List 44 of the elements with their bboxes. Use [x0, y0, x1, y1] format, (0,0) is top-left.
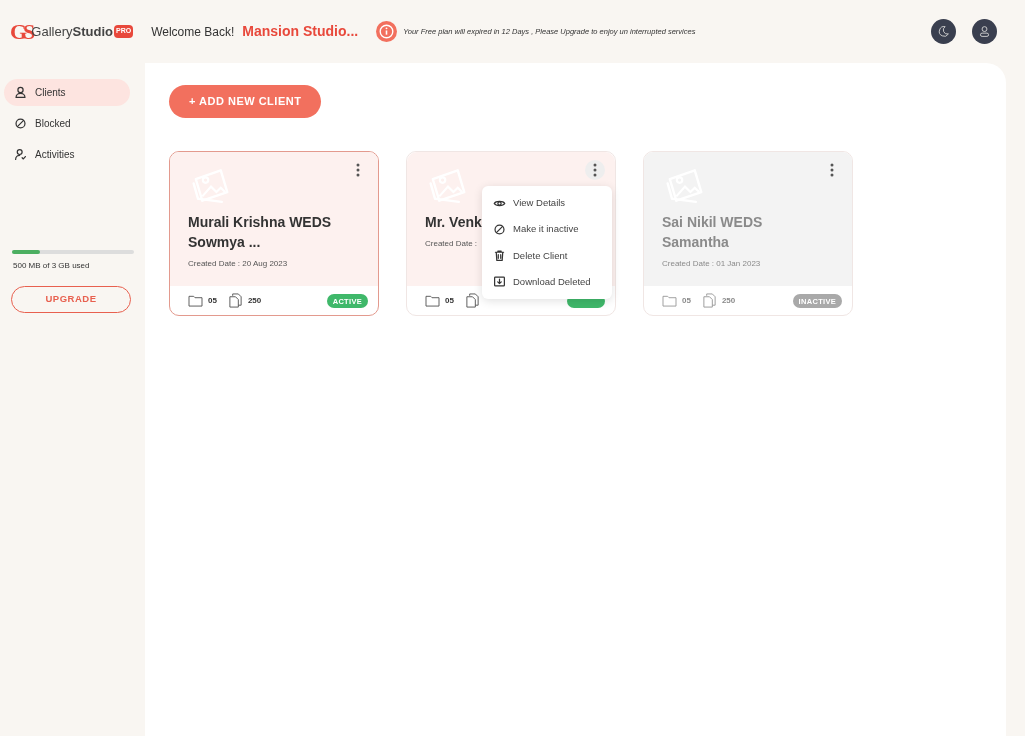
menu-item[interactable]: Delete Client [482, 242, 612, 269]
download-icon [493, 275, 506, 289]
person-icon [978, 25, 991, 38]
profile-button[interactable] [972, 19, 997, 44]
folder-count: 05 [682, 294, 691, 307]
sidebar-item[interactable]: Blocked [4, 110, 130, 137]
folder-count: 05 [208, 294, 217, 307]
files-icon [701, 293, 717, 308]
menu-item[interactable]: Download Deleted [482, 268, 612, 295]
folder-icon [425, 294, 440, 307]
welcome-text: Welcome Back! [151, 23, 235, 41]
files-icon [464, 293, 480, 308]
menu-item[interactable]: Make it inactive [482, 216, 612, 243]
more-icon [593, 163, 597, 177]
more-icon [830, 163, 834, 177]
client-title: Sai Nikil WEDS Samantha [662, 213, 764, 252]
client-title: Mr. Venk [425, 213, 482, 232]
more-icon [356, 163, 360, 177]
info-icon [376, 21, 398, 42]
created-date: Created Date : 20 Aug 2023 [188, 258, 289, 270]
created-date: Created Date : 01 Jan 2023 [662, 258, 762, 270]
file-count: 250 [247, 294, 262, 307]
files-icon [227, 293, 243, 308]
brand-name: GalleryStudio [31, 22, 113, 41]
person-check-icon [14, 148, 27, 161]
trash-icon [493, 249, 506, 263]
sidebar-item[interactable]: Activities [4, 141, 130, 168]
client-title: Murali Krishna WEDS Sowmya ... [188, 213, 333, 252]
folder-icon [662, 294, 677, 307]
person-icon [14, 86, 27, 99]
blocked-icon [14, 117, 27, 130]
theme-button[interactable] [931, 19, 956, 44]
moon-icon [937, 25, 950, 38]
folder-count: 05 [445, 294, 454, 307]
more-button[interactable] [585, 160, 605, 180]
folder-icon [188, 294, 203, 307]
file-count: 250 [721, 294, 736, 307]
logo-mark: GS [10, 18, 32, 46]
blocked-icon [493, 222, 506, 236]
menu-item[interactable]: View Details [482, 190, 612, 217]
created-date: Created Date : [425, 238, 479, 250]
storage-text: 500 MB of 3 GB used [13, 260, 91, 272]
sidebar-item[interactable]: Clients [4, 79, 130, 106]
studio-name: Mansion Studio... [242, 22, 359, 41]
